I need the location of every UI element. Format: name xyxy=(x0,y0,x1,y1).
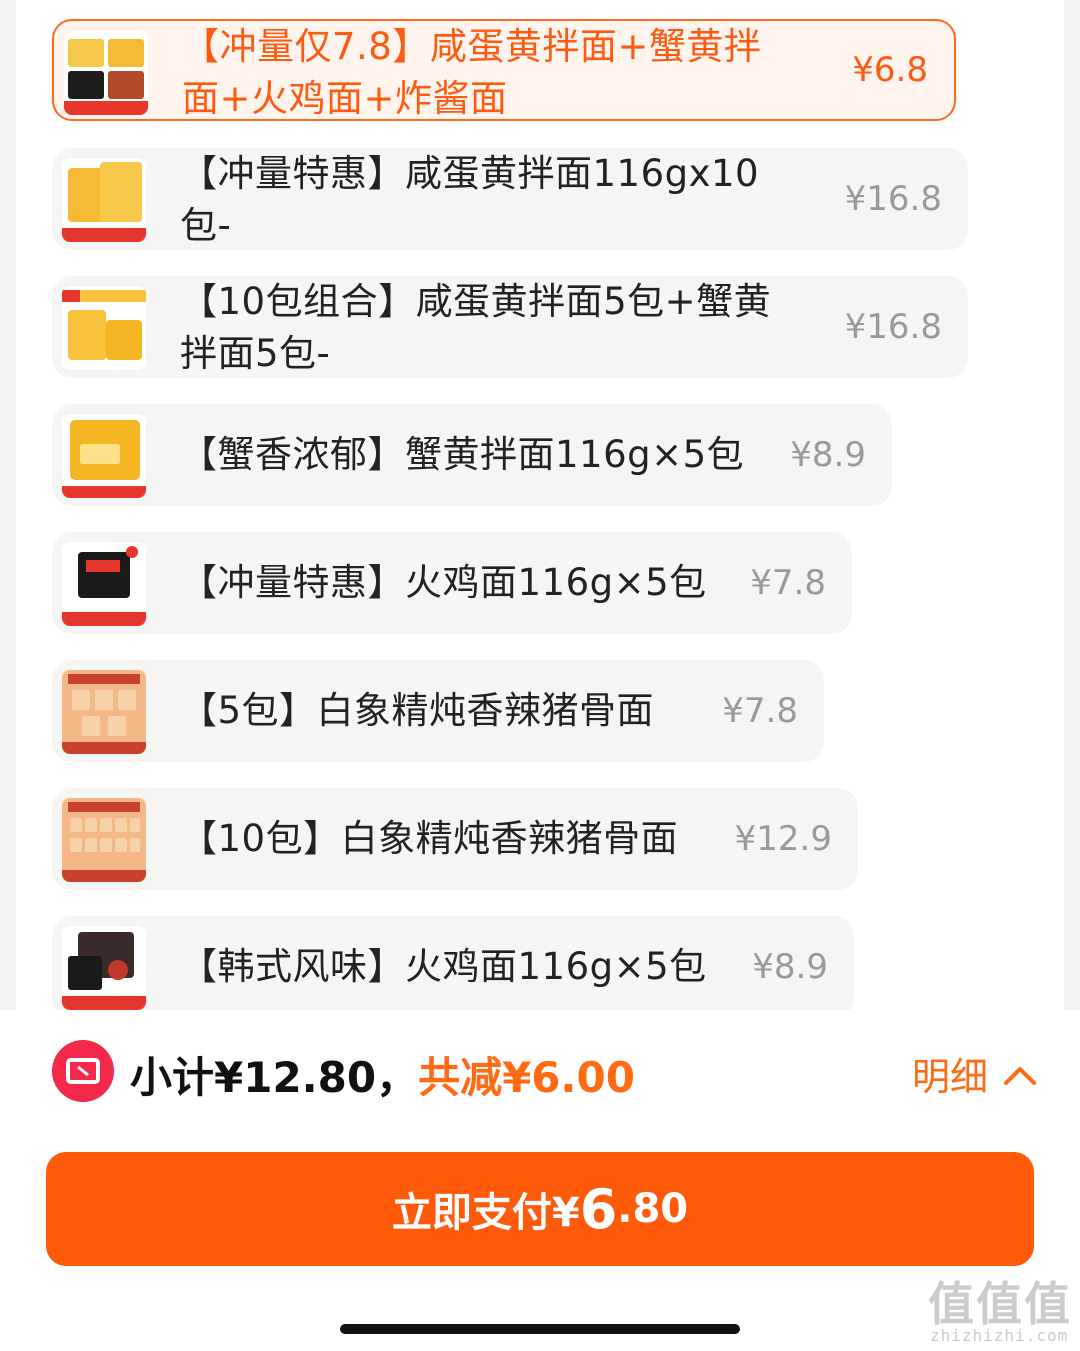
sku-name-line2: 拌面5包- xyxy=(180,332,331,375)
sku-name-line2: 面+火鸡面+炸酱面 xyxy=(182,77,508,120)
pay-amount-cents: .80 xyxy=(617,1186,689,1232)
sku-name-line1: 【蟹香浓郁】蟹黄拌面116g×5包 xyxy=(180,433,745,476)
product-thumbnail xyxy=(62,414,146,498)
sku-option[interactable]: 【冲量特惠】火鸡面116g×5包 ¥7.8 xyxy=(52,532,852,634)
sku-option[interactable]: 【10包组合】咸蛋黄拌面5包+蟹黄 拌面5包- ¥16.8 xyxy=(52,276,968,378)
sku-name-line2: 包- xyxy=(180,204,232,247)
home-indicator xyxy=(340,1324,740,1334)
watermark-glyph: 值 xyxy=(928,1277,974,1331)
sku-option[interactable]: 【蟹香浓郁】蟹黄拌面116g×5包 ¥8.9 xyxy=(52,404,892,506)
sku-name-line1: 【10包组合】咸蛋黄拌面5包+蟹黄 xyxy=(180,280,772,323)
sku-price: ¥16.8 xyxy=(844,179,942,219)
product-thumbnail xyxy=(62,926,146,1010)
subtotal-summary: 小计¥12.80，共减¥6.00 xyxy=(130,1044,635,1105)
pay-now-button[interactable]: 立即支付¥ 6.80 xyxy=(46,1152,1034,1266)
product-thumbnail xyxy=(62,798,146,882)
watermark-glyph: 值 xyxy=(976,1277,1022,1331)
discount-label: 共减¥6.00 xyxy=(418,1053,635,1102)
detail-toggle[interactable]: 明细 xyxy=(912,1046,1038,1101)
chevron-up-icon xyxy=(1002,1052,1038,1096)
sku-option[interactable]: 【5包】白象精炖香辣猪骨面 ¥7.8 xyxy=(52,660,824,762)
sku-option[interactable]: 【10包】白象精炖香辣猪骨面 ¥12.9 xyxy=(52,788,858,890)
product-thumbnail xyxy=(62,670,146,754)
sku-price: ¥8.9 xyxy=(752,947,828,987)
watermark: 值 值 值 zhizhizhi.com xyxy=(928,1268,1072,1348)
sku-name-line1: 【冲量特惠】火鸡面116g×5包 xyxy=(180,561,707,604)
subtotal-label: 小计¥12.80， xyxy=(130,1053,419,1102)
sku-price: ¥12.9 xyxy=(734,819,832,859)
pay-amount-integer: 6 xyxy=(579,1177,618,1241)
watermark-glyph: 值 xyxy=(1024,1277,1070,1331)
sku-price: ¥7.8 xyxy=(722,691,798,731)
sku-option[interactable]: 【冲量仅7.8】咸蛋黄拌面+蟹黄拌 面+火鸡面+炸酱面 ¥6.8 xyxy=(52,19,956,121)
product-thumbnail xyxy=(62,286,146,370)
sku-name-line1: 【冲量特惠】咸蛋黄拌面116gx10 xyxy=(180,152,760,195)
ticket-icon xyxy=(52,1040,114,1102)
product-thumbnail xyxy=(62,542,146,626)
sku-name-line1: 【10包】白象精炖香辣猪骨面 xyxy=(180,817,679,860)
sku-name-line1: 【冲量仅7.8】咸蛋黄拌面+蟹黄拌 xyxy=(182,25,762,68)
sku-list: 【冲量仅7.8】咸蛋黄拌面+蟹黄拌 面+火鸡面+炸酱面 ¥6.8 【冲量特惠】咸… xyxy=(16,0,1064,1010)
sku-price: ¥16.8 xyxy=(844,307,942,347)
watermark-url: zhizhizhi.com xyxy=(930,1326,1069,1345)
product-thumbnail xyxy=(62,158,146,242)
product-thumbnail xyxy=(64,31,148,115)
detail-label: 明细 xyxy=(912,1055,989,1099)
pay-prefix: 立即支付¥ xyxy=(391,1190,580,1236)
sku-name-line1: 【韩式风味】火鸡面116g×5包 xyxy=(180,945,707,988)
sku-option[interactable]: 【韩式风味】火鸡面116g×5包 ¥8.9 xyxy=(52,916,854,1010)
sku-name-line1: 【5包】白象精炖香辣猪骨面 xyxy=(180,689,655,732)
sku-price: ¥7.8 xyxy=(750,563,826,603)
sku-option[interactable]: 【冲量特惠】咸蛋黄拌面116gx10 包- ¥16.8 xyxy=(52,148,968,250)
sku-price: ¥8.9 xyxy=(790,435,866,475)
sku-price: ¥6.8 xyxy=(852,50,928,90)
